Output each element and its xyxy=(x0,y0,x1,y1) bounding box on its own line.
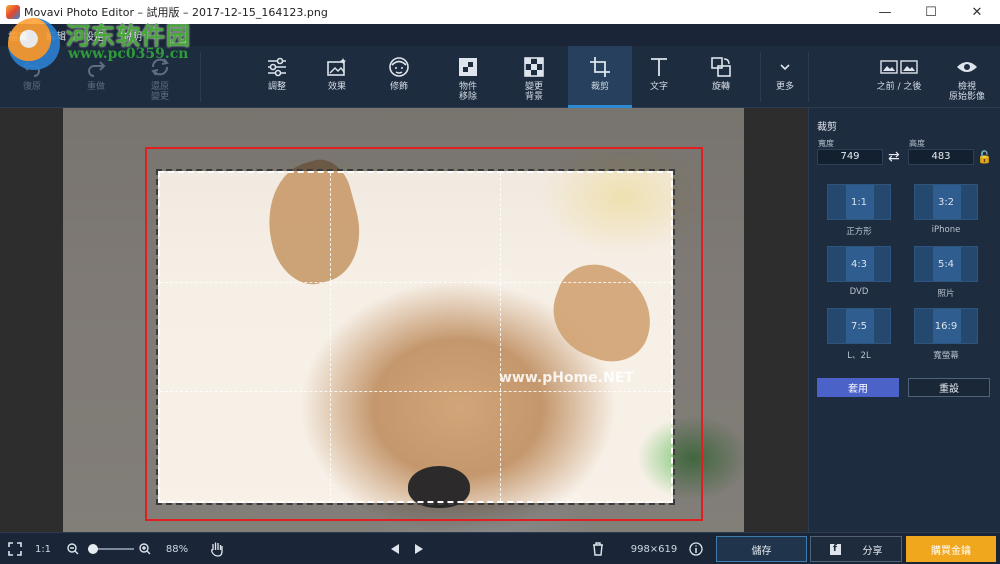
view-original-button[interactable]: 檢視 原始影像 xyxy=(942,46,992,108)
site-watermark-logo xyxy=(8,18,60,70)
change-background-label: 變更 背景 xyxy=(524,82,543,102)
ratio-1-1-label: 正方形 xyxy=(846,227,872,237)
panel-title: 裁剪 xyxy=(817,122,837,133)
share-label: 分享 xyxy=(862,545,883,557)
close-button[interactable]: ✕ xyxy=(954,0,1000,24)
ratio-1-1-button[interactable]: 1:1 xyxy=(827,184,891,220)
ratio-7-5-label: L、2L xyxy=(847,351,871,361)
crop-label: 裁剪 xyxy=(590,82,609,92)
height-input[interactable]: 483 xyxy=(908,149,974,165)
zoom-slider-handle[interactable] xyxy=(87,544,98,554)
trash-icon[interactable] xyxy=(588,533,608,564)
site-watermark-url: www.pc0359.cn xyxy=(68,46,189,62)
effects-icon xyxy=(326,54,348,80)
crop-icon xyxy=(589,54,611,80)
adjust-label: 調整 xyxy=(267,82,286,92)
face-icon xyxy=(388,54,410,80)
reset-button[interactable]: 重設 xyxy=(908,378,990,397)
ratio-5-4-button[interactable]: 5:4 xyxy=(914,246,978,282)
redo-label: 重做 xyxy=(86,82,105,92)
rotate-tool[interactable]: 旋轉 xyxy=(702,46,740,108)
buy-key-button[interactable]: 購買金鑰 xyxy=(906,536,996,562)
change-background-icon xyxy=(523,54,545,80)
ratio-4-3-label: DVD xyxy=(849,287,869,297)
ratio-3-2-button[interactable]: 3:2 xyxy=(914,184,978,220)
share-button[interactable]: f 分享 xyxy=(810,536,902,562)
fit-to-screen-icon[interactable] xyxy=(2,533,28,564)
highlight-annotation-box xyxy=(145,147,703,521)
save-button[interactable]: 儲存 xyxy=(716,536,807,562)
text-tool[interactable]: 文字 xyxy=(640,46,678,108)
text-icon xyxy=(648,54,670,80)
effects-tool[interactable]: 效果 xyxy=(318,46,356,108)
before-after-button[interactable]: 之前 / 之後 xyxy=(866,46,932,108)
more-tools-button[interactable]: 更多 xyxy=(766,46,804,108)
actual-size-button[interactable]: 1:1 xyxy=(30,533,56,564)
zoom-out-icon[interactable] xyxy=(64,533,82,564)
object-removal-label: 物件 移除 xyxy=(458,82,477,102)
chevron-down-icon xyxy=(778,54,792,80)
image-dimensions: 998×619 xyxy=(630,543,678,555)
rotate-icon xyxy=(710,54,732,80)
undo-label: 復原 xyxy=(22,82,41,92)
lock-aspect-icon[interactable]: 🔓 xyxy=(977,150,992,164)
image-canvas[interactable]: www.pHome.NET xyxy=(0,108,808,532)
change-background-tool[interactable]: 變更 背景 xyxy=(512,46,556,108)
width-input[interactable]: 749 xyxy=(817,149,883,165)
adjust-tool[interactable]: 調整 xyxy=(258,46,296,108)
zoom-percent: 88% xyxy=(165,543,189,555)
ratio-16-9-button[interactable]: 16:9 xyxy=(914,308,978,344)
width-label: 寬度 xyxy=(818,139,834,148)
text-label: 文字 xyxy=(649,82,668,92)
ratio-16-9-label: 寬螢幕 xyxy=(933,351,959,361)
ratio-3-2-label: iPhone xyxy=(931,225,961,235)
hand-tool-icon[interactable] xyxy=(206,533,228,564)
app-logo-icon xyxy=(6,5,20,19)
previous-image-icon[interactable] xyxy=(386,533,404,564)
more-label: 更多 xyxy=(775,82,794,92)
facebook-icon: f xyxy=(829,543,841,555)
apply-button[interactable]: 套用 xyxy=(817,378,899,397)
before-after-icon xyxy=(880,54,918,80)
rotate-label: 旋轉 xyxy=(711,82,730,92)
crop-panel: 裁剪 寬度 高度 749 ⇄ 483 🔓 1:1 正方形 3:2 iPhone … xyxy=(808,108,1000,532)
info-icon[interactable] xyxy=(686,533,706,564)
effects-label: 效果 xyxy=(327,82,346,92)
ratio-7-5-button[interactable]: 7:5 xyxy=(827,308,891,344)
minimize-button[interactable]: — xyxy=(862,0,908,24)
sliders-icon xyxy=(266,54,288,80)
zoom-in-icon[interactable] xyxy=(136,533,154,564)
eye-icon xyxy=(956,54,978,80)
ratio-5-4-label: 照片 xyxy=(937,289,955,299)
retouch-label: 修飾 xyxy=(389,82,408,92)
status-bar: 1:1 88% 998×619 儲存 f 分享 購買金鑰 xyxy=(0,532,1000,564)
object-removal-tool[interactable]: 物件 移除 xyxy=(446,46,490,108)
height-label: 高度 xyxy=(909,139,925,148)
view-original-label: 檢視 原始影像 xyxy=(948,82,985,102)
object-removal-icon xyxy=(457,54,479,80)
restore-label: 還原 變更 xyxy=(150,82,169,102)
retouch-tool[interactable]: 修飾 xyxy=(380,46,418,108)
before-after-label: 之前 / 之後 xyxy=(876,82,922,92)
crop-tool[interactable]: 裁剪 xyxy=(568,46,632,108)
swap-dimensions-icon[interactable]: ⇄ xyxy=(888,149,900,165)
next-image-icon[interactable] xyxy=(410,533,428,564)
ratio-4-3-button[interactable]: 4:3 xyxy=(827,246,891,282)
maximize-button[interactable]: ☐ xyxy=(908,0,954,24)
